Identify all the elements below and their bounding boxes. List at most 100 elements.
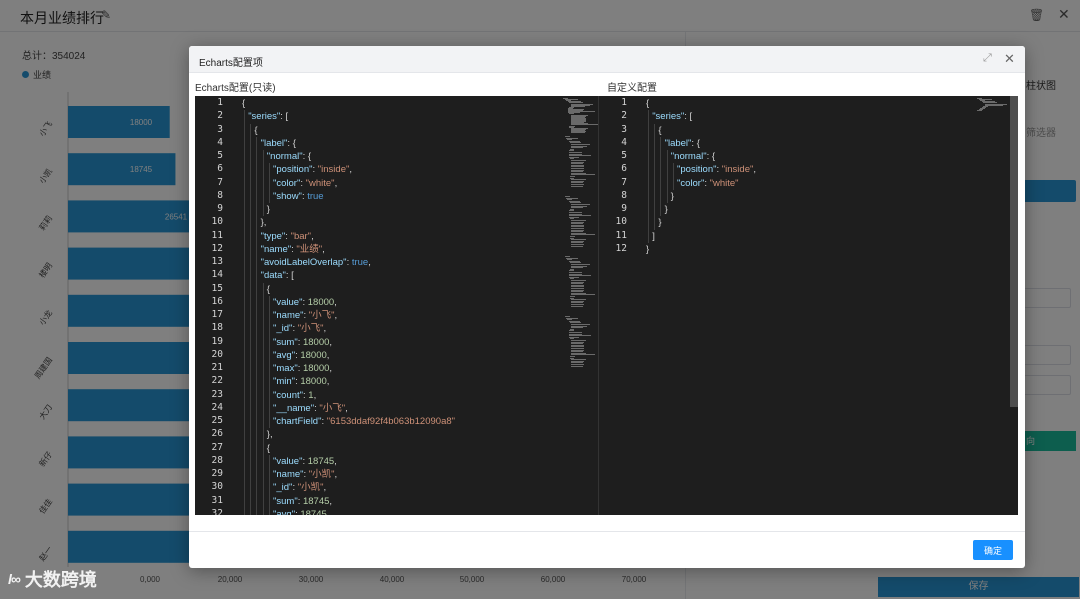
indent-guide [256,401,258,415]
indent-guide [268,415,270,429]
line-number: 1 [621,97,627,108]
indent-guide [256,375,258,389]
indent-guide [256,216,258,230]
indent-guide [250,150,252,164]
indent-guide [648,150,649,164]
indent-guide [250,282,252,296]
indent-guide [250,348,252,362]
indent-guide [256,494,258,508]
expand-icon[interactable]: ⤢ [983,52,992,65]
indent-guide [256,136,258,150]
minimap-line [571,245,584,247]
code-line: "value": 18000, [273,296,337,308]
indent-guide [244,415,245,429]
indent-guide [268,468,270,482]
code-line: "max": 18000, [273,363,333,374]
indent-guide [268,189,270,203]
indent-guide [250,401,252,415]
line-number: 4 [621,136,627,148]
code-line: { [266,442,270,454]
line-number: 12 [211,242,223,254]
indent-guide [244,362,245,376]
indent-guide [250,216,252,230]
dialog-close-icon[interactable]: ✕ [1004,51,1015,67]
line-number: 19 [211,335,223,347]
indent-guide [244,110,245,124]
indent-guide [262,428,264,442]
indent-guide [262,150,264,164]
indent-guide [256,454,258,468]
indent-guide [654,176,656,190]
indent-guide [262,388,264,402]
indent-guide [256,203,258,217]
indent-guide [262,441,264,455]
indent-guide [268,454,270,468]
code-line: "position": "inside", [677,164,756,176]
code-line: } [266,204,270,215]
indent-guide [262,481,264,495]
indent-guide [256,256,258,270]
indent-guide [244,150,245,164]
indent-guide [244,216,245,230]
indent-guide [262,163,264,177]
indent-guide [648,123,649,137]
line-number: 9 [217,203,223,214]
indent-guide [256,150,258,164]
indent-guide [268,494,270,508]
line-number: 10 [615,216,627,228]
code-line: "normal": { [266,151,312,162]
line-number: 11 [211,229,223,241]
line-number: 31 [211,494,223,506]
code-line: "avg": 18745 [273,508,327,515]
indent-guide [256,507,258,515]
custom-config-editor[interactable]: 1 2 3 4 5 6 7 8 9 10 11 12 {"series": [{"label": {"… [598,96,1018,515]
indent-guide [250,203,252,217]
indent-guide [262,309,264,323]
indent-guide [262,507,264,515]
line-number: 29 [211,468,223,479]
code-line: "type": "bar", [260,230,314,242]
indent-guide [250,375,252,389]
line-number: 28 [211,454,223,466]
code-line: "count": 1, [273,389,317,401]
confirm-button[interactable]: 确定 [973,540,1013,560]
minimap[interactable] [975,96,1011,515]
dialog-title: Echarts配置项 [199,58,263,69]
line-number: 7 [621,176,627,188]
line-number: 22 [211,375,223,387]
line-number: 27 [211,441,223,453]
line-number: 12 [615,242,627,254]
line-number: 25 [211,415,223,426]
line-number: 26 [211,428,223,440]
code-line: "_id": "小凯", [273,482,327,494]
code-line: "label": { [260,137,296,149]
indent-guide [268,163,270,177]
readonly-config-label: Echarts配置(只读) [195,83,276,94]
indent-guide [244,256,245,270]
minimap-line [570,132,586,134]
indent-guide [262,494,264,508]
line-number: 2 [217,110,223,122]
indent-guide [654,216,656,230]
code-line: "__name": "小飞", [273,402,348,414]
readonly-config-editor[interactable]: 1 2 3 4 5 6 7 8 9 10 11 12 13 14 15 16 17 18 19 20 21 22 23 24 2… [195,96,598,515]
indent-guide [250,481,252,495]
indent-guide [262,401,264,415]
indent-guide [250,388,252,402]
indent-guide [250,428,252,442]
indent-guide [250,242,252,256]
minimap-line [977,110,982,112]
indent-guide [244,348,245,362]
indent-guide [660,176,662,190]
line-number: 8 [621,189,627,201]
indent-guide [268,322,270,336]
indent-guide [244,468,245,482]
indent-guide [256,415,258,429]
line-number: 5 [621,150,627,161]
indent-guide [256,176,258,190]
editor-scrollbar[interactable] [1010,96,1018,407]
indent-guide [672,176,674,190]
indent-guide [256,481,258,495]
minimap[interactable] [561,96,598,515]
indent-guide [244,295,245,309]
